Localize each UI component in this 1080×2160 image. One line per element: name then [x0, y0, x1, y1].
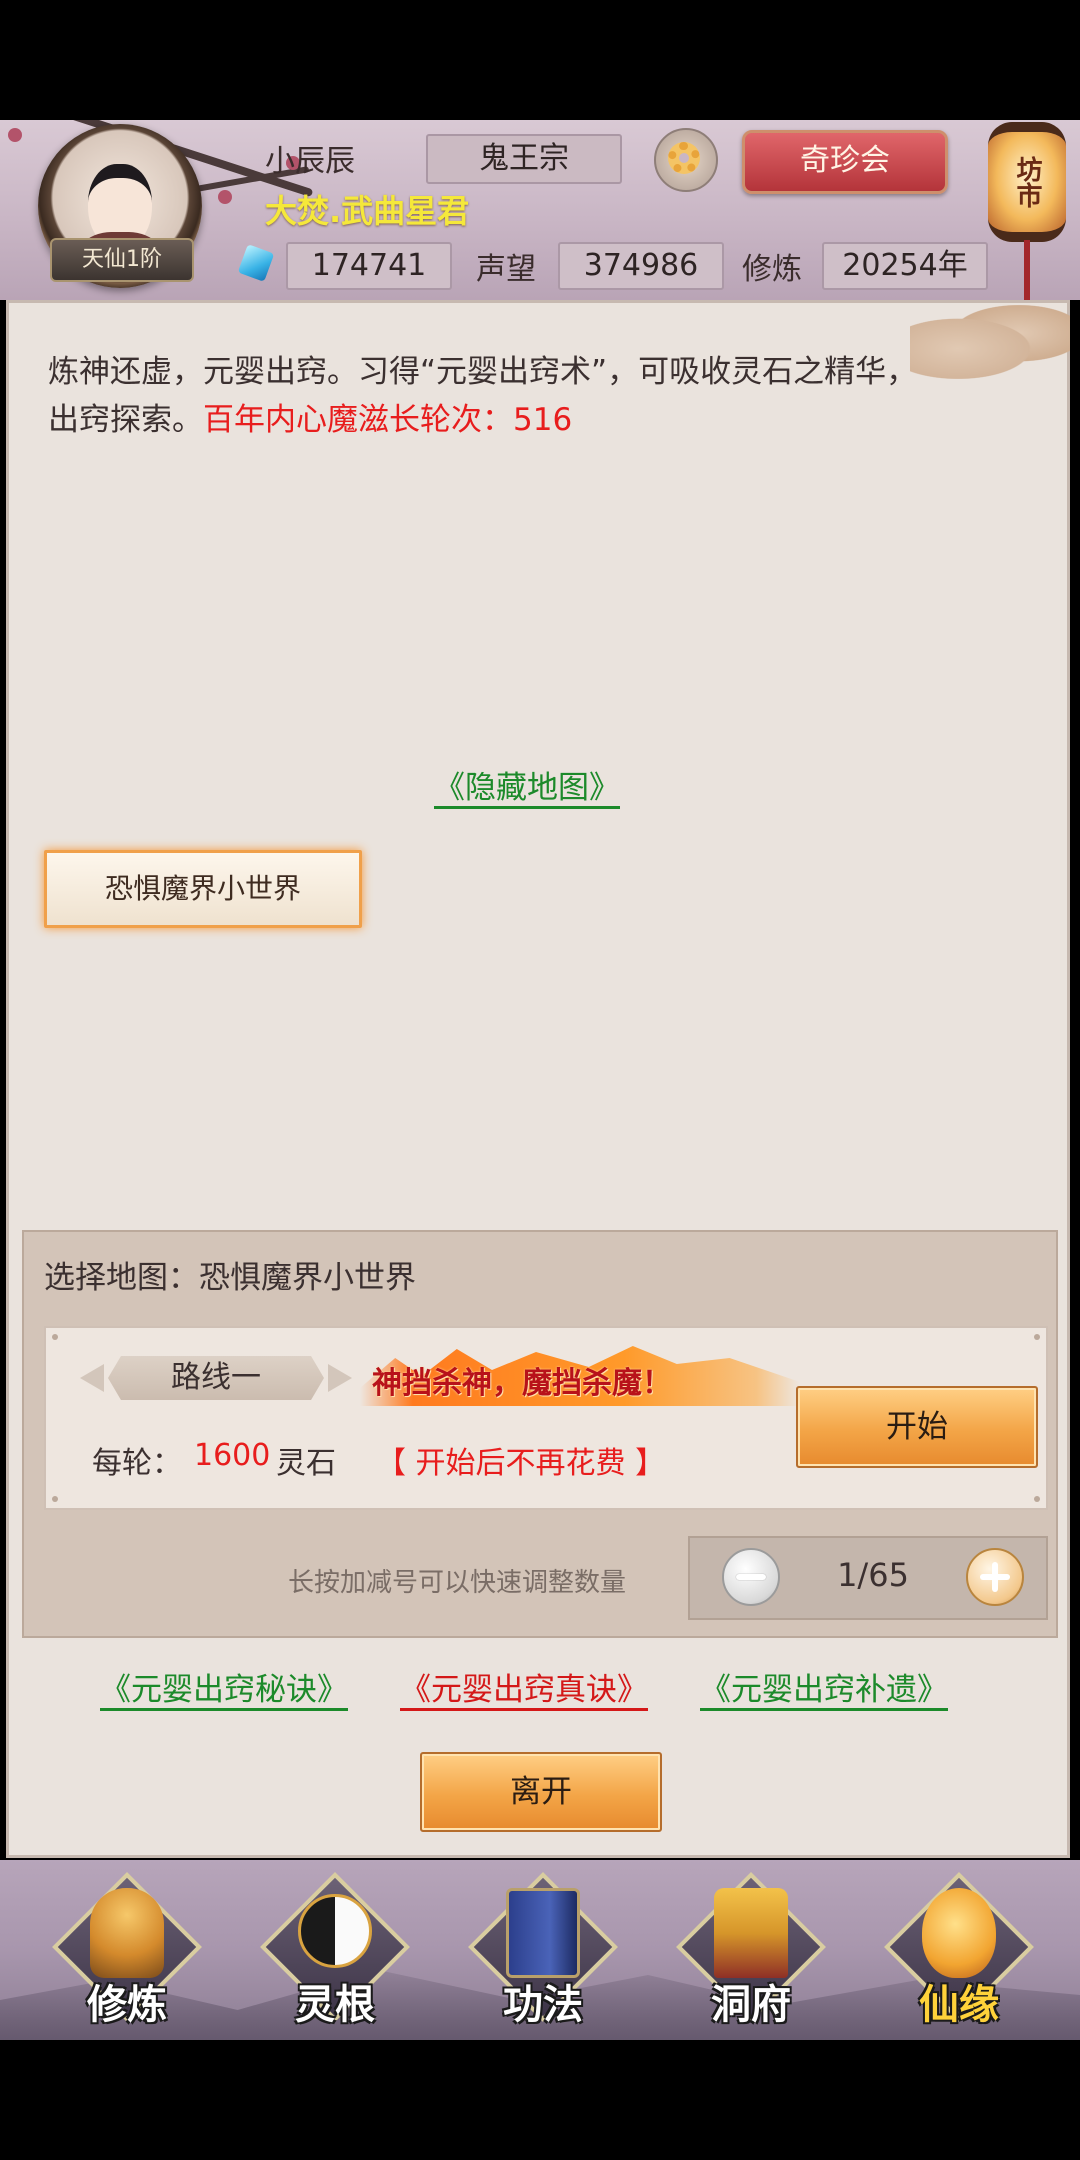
route-slogan: 神挡杀神，魔挡杀魔！: [372, 1366, 672, 1401]
nav-label: 洞府: [711, 1982, 791, 2028]
nav-item-fate[interactable]: 仙缘: [884, 1872, 1034, 2030]
rank-badge: 天仙1阶: [50, 238, 194, 282]
plum-blossom: [8, 128, 22, 142]
treasure-auction-button[interactable]: 奇珍会: [742, 130, 948, 194]
start-button[interactable]: 开始: [796, 1386, 1038, 1468]
nav-label: 修炼: [87, 1982, 167, 2028]
card-rivet: [52, 1496, 58, 1502]
plum-blossom: [218, 190, 232, 204]
cost-label: 每轮：: [92, 1446, 182, 1481]
player-title: 大焚.武曲星君: [265, 192, 470, 230]
cultivation-years: 20254年: [822, 242, 988, 290]
quantity-value: 1/65: [837, 1556, 909, 1594]
nav-item-spirit-root[interactable]: 灵根: [260, 1872, 410, 2030]
player-name: 小辰辰: [265, 144, 355, 179]
card-rivet: [52, 1334, 58, 1340]
cultivator-icon: [90, 1888, 164, 1978]
reputation-value: 374986: [558, 242, 724, 290]
technique-book-icon: [506, 1888, 580, 1978]
plus-icon: [992, 1562, 998, 1592]
map-description: 炼神还虚，元婴出窍。习得“元婴出窍术”，可吸收灵石之精华，出窍探索。百年内心魔滋…: [48, 348, 948, 444]
nav-label: 功法: [503, 1982, 583, 2028]
nav-item-cave[interactable]: 洞府: [676, 1872, 826, 2030]
skill-link-secret-art[interactable]: 《元婴出窍秘诀》: [100, 1664, 348, 1709]
skill-link-supplement[interactable]: 《元婴出窍补遗》: [700, 1664, 948, 1709]
lantern-tassel: [1024, 240, 1030, 300]
long-press-hint: 长按加减号可以快速调整数量: [288, 1568, 627, 1598]
skill-link-true-art[interactable]: 《元婴出窍真诀》: [400, 1664, 648, 1709]
cost-unit: 灵石: [276, 1446, 336, 1481]
no-cost-note: 【 开始后不再花费 】: [376, 1446, 666, 1481]
gourd-icon: [922, 1888, 996, 1978]
cultivation-label: 修炼: [742, 252, 802, 287]
reputation-label: 声望: [476, 252, 536, 287]
nav-label: 灵根: [295, 1982, 375, 2028]
market-lantern-button[interactable]: 坊市: [988, 122, 1066, 242]
leave-button[interactable]: 离开: [420, 1752, 662, 1832]
card-rivet: [1034, 1496, 1040, 1502]
nav-label: 仙缘: [919, 1982, 999, 2028]
route-label: 路线一: [108, 1356, 324, 1400]
nav-item-cultivate[interactable]: 修炼: [52, 1872, 202, 2030]
spirit-stone-count: 174741: [286, 242, 452, 290]
map-option-fear-demon-world[interactable]: 恐惧魔界小世界: [44, 850, 362, 928]
sect-name[interactable]: 鬼王宗: [426, 134, 622, 184]
spirit-root-icon: [298, 1894, 372, 1968]
hidden-map-link[interactable]: 《隐藏地图》: [434, 762, 620, 807]
selected-map-title: 选择地图：恐惧魔界小世界: [44, 1260, 416, 1296]
nav-item-technique[interactable]: 功法: [468, 1872, 618, 2030]
cave-dwelling-icon: [714, 1888, 788, 1978]
demon-growth-count: 百年内心魔滋长轮次：516: [203, 402, 573, 438]
cost-value: 1600: [194, 1438, 271, 1473]
minus-icon: [736, 1574, 766, 1580]
card-rivet: [1034, 1334, 1040, 1340]
gear-hole: [679, 153, 689, 163]
